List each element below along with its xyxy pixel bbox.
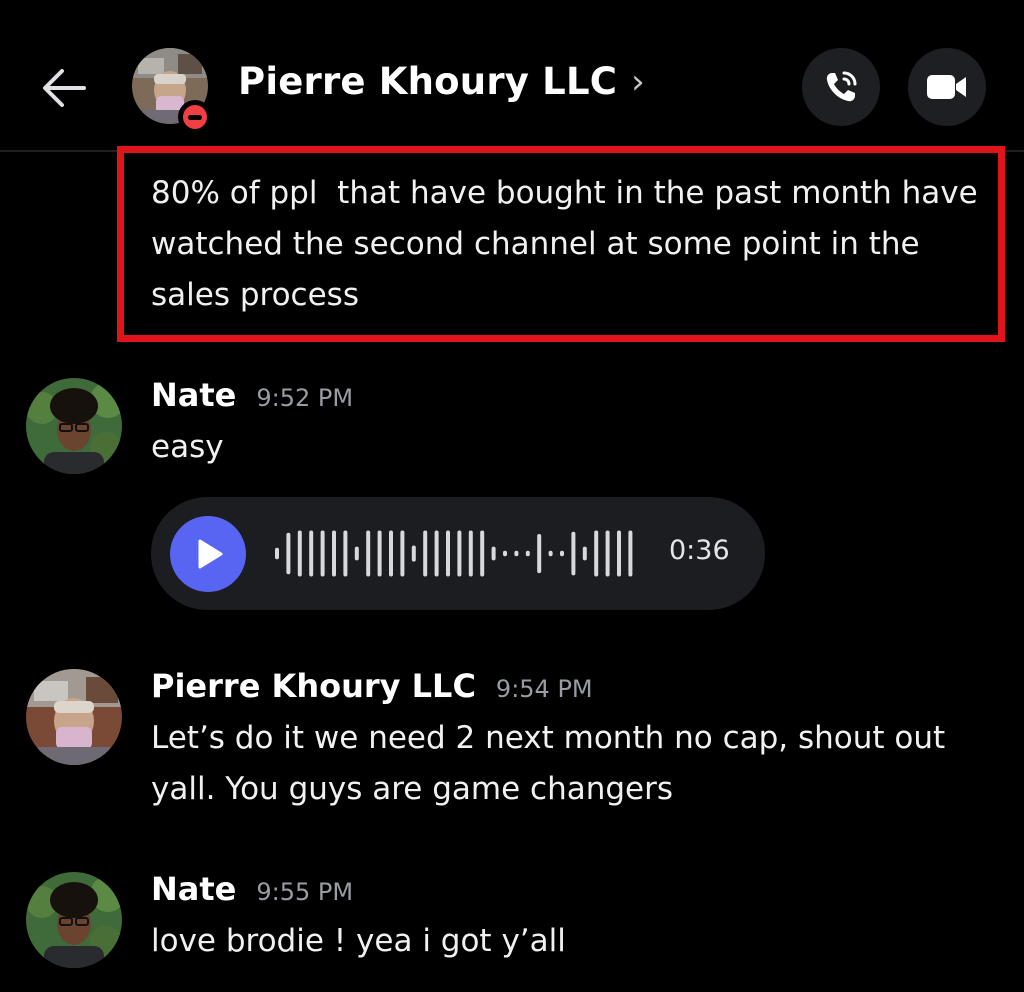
waveform-bar	[343, 530, 348, 577]
channel-title-text: Pierre Khoury LLC	[238, 60, 618, 103]
waveform-bar	[594, 530, 599, 577]
timestamp: 9:55 PM	[256, 878, 354, 906]
waveform-bar	[377, 530, 382, 577]
avatar[interactable]	[26, 872, 122, 968]
waveform-bar	[491, 546, 496, 561]
waveform-bar	[560, 550, 564, 557]
waveform-bar	[582, 546, 587, 561]
timestamp: 9:54 PM	[495, 675, 593, 703]
author-name[interactable]: Nate	[151, 870, 236, 908]
voice-message: 0:36	[151, 497, 765, 610]
video-call-button[interactable]	[908, 48, 986, 126]
play-button[interactable]	[170, 516, 246, 592]
chevron-right-icon: ›	[631, 61, 645, 102]
message-header: Nate 9:52 PM	[151, 376, 353, 414]
waveform-bar	[514, 550, 519, 557]
waveform-bar	[468, 530, 473, 577]
waveform-bar	[297, 530, 302, 577]
waveform-bar	[480, 530, 485, 577]
waveform-bar	[400, 530, 405, 577]
waveform-bar	[571, 531, 576, 576]
waveform-bar	[457, 530, 462, 577]
voice-call-button[interactable]	[802, 48, 880, 126]
waveform-bar	[537, 534, 542, 574]
timestamp: 9:52 PM	[256, 384, 354, 412]
waveform-bar	[434, 530, 439, 577]
back-button[interactable]	[38, 64, 88, 112]
waveform-bar	[628, 530, 633, 577]
author-name[interactable]: Nate	[151, 376, 236, 414]
waveform-bar	[389, 530, 393, 577]
waveform-bar	[423, 530, 428, 577]
waveform-bar	[503, 550, 507, 557]
message-text: love brodie ! yea i got y’all	[151, 923, 566, 959]
chat-header: Pierre Khoury LLC ›	[0, 0, 1024, 152]
video-camera-icon	[927, 75, 966, 99]
waveform-bar	[548, 550, 553, 557]
audio-duration: 0:36	[669, 535, 730, 566]
message-header: Pierre Khoury LLC 9:54 PM	[151, 667, 593, 705]
waveform-bar	[332, 530, 336, 577]
waveform-bar	[411, 545, 416, 562]
audio-waveform[interactable]	[275, 497, 655, 610]
highlighted-message-text: 80% of ppl that have bought in the past …	[151, 175, 988, 313]
waveform-bar	[446, 530, 450, 577]
avatar[interactable]	[26, 669, 122, 765]
arrow-left-icon	[43, 69, 86, 107]
author-name[interactable]: Pierre Khoury LLC	[151, 667, 476, 705]
waveform-bar	[366, 530, 371, 577]
waveform-bar	[320, 530, 325, 577]
message-text: Let’s do it we need 2 next month no cap,…	[151, 720, 946, 807]
waveform-bar	[275, 547, 279, 560]
message-header: Nate 9:55 PM	[151, 870, 353, 908]
waveform-bar	[617, 530, 621, 577]
waveform-bar	[354, 546, 359, 561]
waveform-bar	[605, 530, 610, 577]
do-not-disturb-status-icon	[178, 100, 212, 134]
waveform-bar	[286, 532, 291, 575]
phone-call-icon	[826, 71, 857, 102]
play-icon	[198, 539, 223, 569]
avatar[interactable]	[26, 378, 122, 474]
channel-title[interactable]: Pierre Khoury LLC ›	[238, 60, 645, 103]
waveform-bar	[309, 530, 314, 577]
message-text: easy	[151, 429, 224, 465]
waveform-bar	[525, 550, 530, 557]
